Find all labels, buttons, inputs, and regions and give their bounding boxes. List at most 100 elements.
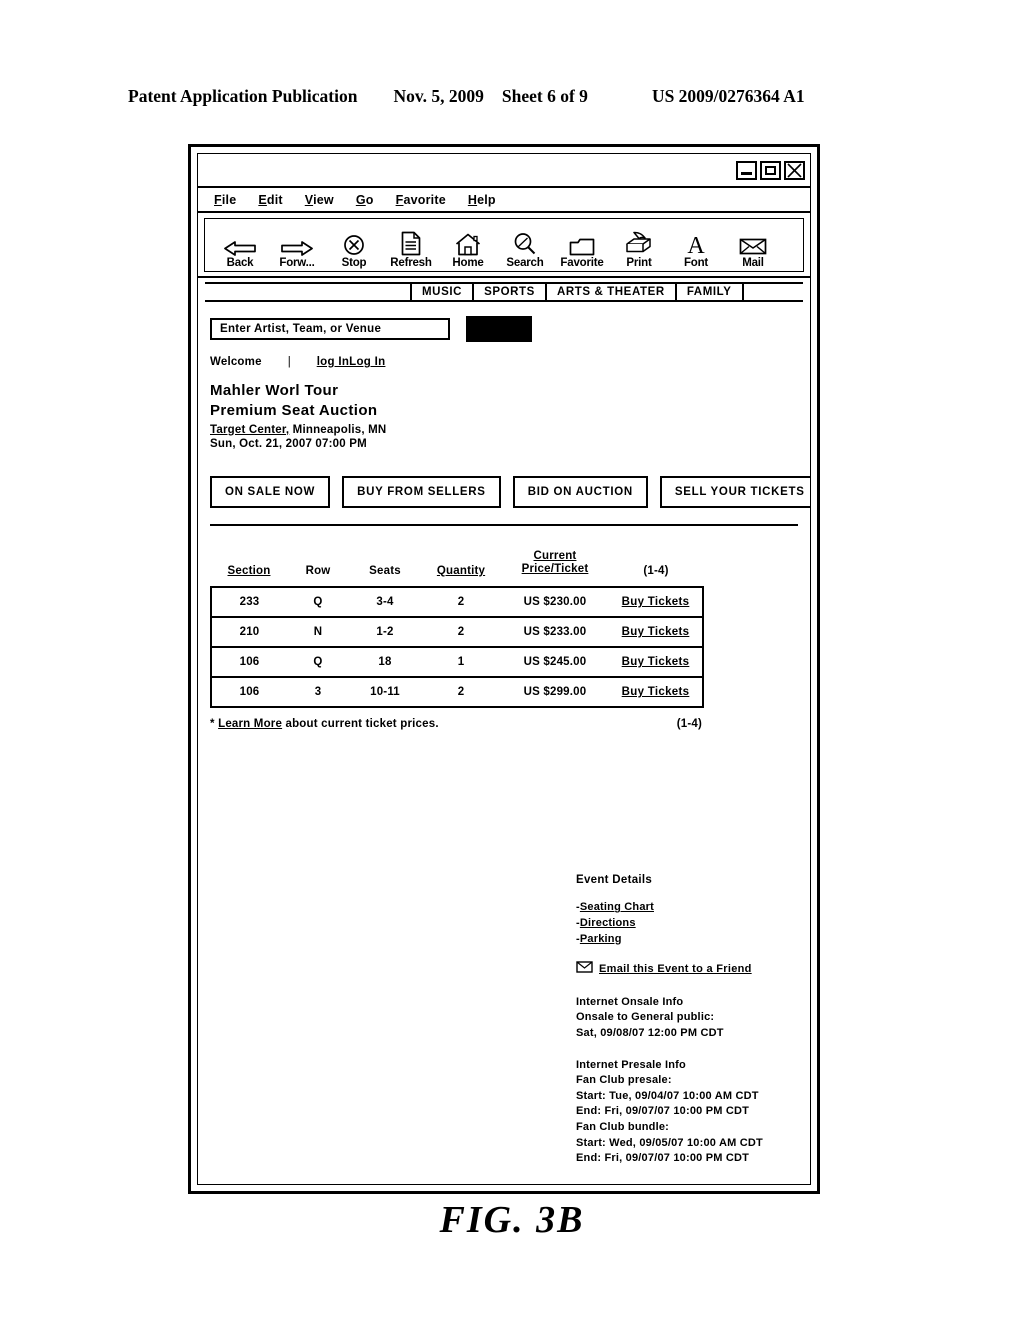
venue-link[interactable]: Target Center,: [210, 424, 289, 436]
patent-page-header: Patent Application Publication Nov. 5, 2…: [128, 86, 896, 107]
toolbar-button-favorite[interactable]: Favorite: [555, 230, 609, 269]
toolbar-button-forward[interactable]: Forw...: [270, 230, 324, 269]
table-row: 106 3 10-11 2 US $299.00 Buy Tickets: [210, 676, 704, 707]
menu-item-favorite[interactable]: Favorite: [396, 193, 446, 207]
toolbar-button-search[interactable]: Search: [498, 230, 552, 269]
svg-text:A: A: [687, 233, 705, 256]
home-icon: [455, 230, 481, 256]
toolbar-button-stop[interactable]: Stop: [327, 230, 381, 269]
toolbar-button-mail[interactable]: Mail: [726, 230, 780, 269]
event-title: Mahler Worl Tour Premium Seat Auction: [210, 381, 798, 421]
search-go-button[interactable]: [466, 316, 532, 342]
toolbar-button-back[interactable]: Back: [213, 230, 267, 269]
footnote-rest: about current ticket prices.: [282, 717, 439, 730]
cell-section: 106: [210, 646, 287, 677]
event-datetime: Sun, Oct. 21, 2007 07:00 PM: [210, 437, 367, 450]
forward-arrow-icon: [280, 230, 314, 256]
patent-publication-number: US 2009/0276364 A1: [651, 86, 805, 106]
table-row: 210 N 1-2 2 US $233.00 Buy Tickets: [210, 616, 704, 647]
toolbar-button-print[interactable]: Print: [612, 230, 666, 269]
bid-on-auction-button[interactable]: BID ON AUCTION: [512, 475, 648, 508]
cell-price: US $299.00: [523, 685, 587, 698]
buy-tickets-link[interactable]: Buy Tickets: [622, 686, 690, 698]
browser-toolbar: Back Forw... Stop Refresh Home Search Fa…: [204, 218, 804, 272]
toolbar-button-home[interactable]: Home: [441, 230, 495, 269]
site-nav-region: MUSIC SPORTS ARTS & THEATER FAMILY: [198, 278, 810, 302]
menu-item-go[interactable]: Go: [356, 193, 374, 207]
account-separator: |: [287, 356, 291, 368]
cell-action[interactable]: Buy Tickets: [609, 616, 704, 647]
column-header-price[interactable]: Current Price/Ticket: [501, 550, 609, 587]
seating-chart-link[interactable]: Seating Chart: [580, 901, 654, 913]
learn-more-link[interactable]: Learn More: [218, 718, 282, 730]
cell-seats: 1-2: [376, 625, 394, 638]
minimize-button[interactable]: [736, 160, 757, 180]
fan-club-presale-label: Fan Club presale:: [576, 1074, 672, 1087]
cell-row: N: [313, 625, 323, 638]
buy-tickets-link[interactable]: Buy Tickets: [622, 656, 690, 668]
menu-item-file[interactable]: File: [214, 193, 236, 207]
nav-tab-music[interactable]: MUSIC: [412, 284, 475, 300]
printer-icon: [625, 230, 653, 256]
menu-bar: File Edit View Go Favorite Help: [198, 188, 810, 213]
toolbar-button-font[interactable]: A Font: [669, 230, 723, 269]
table-row: 106 Q 18 1 US $245.00 Buy Tickets: [210, 646, 704, 677]
buy-from-sellers-button[interactable]: BUY FROM SELLERS: [342, 475, 501, 508]
close-button[interactable]: [784, 160, 805, 180]
envelope-icon: [576, 961, 593, 979]
buy-tickets-link[interactable]: Buy Tickets: [622, 626, 690, 638]
nav-tab-family[interactable]: FAMILY: [677, 284, 744, 300]
on-sale-now-button[interactable]: ON SALE NOW: [210, 475, 331, 508]
cell-quantity: 1: [457, 655, 465, 668]
patent-publication-label: Patent Application Publication: [128, 86, 358, 106]
search-input[interactable]: Enter Artist, Team, or Venue: [210, 318, 450, 340]
buy-tickets-link[interactable]: Buy Tickets: [622, 596, 690, 608]
column-header-section[interactable]: Section: [211, 550, 287, 587]
patent-date: Nov. 5, 2009: [393, 86, 484, 106]
figure-frame: File Edit View Go Favorite Help Back For…: [188, 144, 820, 1194]
column-header-range: (1-4): [643, 564, 669, 577]
cell-row: Q: [313, 655, 323, 668]
toolbar-button-refresh[interactable]: Refresh: [384, 230, 438, 269]
footnote-range: (1-4): [676, 717, 702, 730]
cell-row: 3: [314, 685, 322, 698]
welcome-label: Welcome: [210, 356, 262, 368]
detail-link-parking-row: -Parking: [576, 932, 806, 948]
event-details-links: -Seating Chart -Directions -Parking: [576, 900, 806, 947]
cell-action[interactable]: Buy Tickets: [609, 586, 704, 617]
column-header-row: Row: [305, 564, 331, 577]
menu-item-help[interactable]: Help: [468, 193, 496, 207]
maximize-button[interactable]: [760, 160, 781, 180]
cell-action[interactable]: Buy Tickets: [609, 646, 704, 677]
cell-action[interactable]: Buy Tickets: [609, 676, 704, 707]
footnote-asterisk: *: [210, 717, 215, 730]
toolbar-region: Back Forw... Stop Refresh Home Search Fa…: [198, 213, 810, 278]
cell-row: Q: [313, 595, 323, 608]
email-friend-link[interactable]: Email this Event to a Friend: [599, 962, 752, 978]
email-friend-row[interactable]: Email this Event to a Friend: [576, 961, 806, 979]
account-row: Welcome | log InLog In: [210, 356, 798, 368]
nav-tab-arts-theater[interactable]: ARTS & THEATER: [547, 284, 677, 300]
cell-seats: 10-11: [370, 685, 400, 698]
parking-link[interactable]: Parking: [580, 933, 622, 945]
nav-tab-sports[interactable]: SPORTS: [474, 284, 547, 300]
column-header-quantity[interactable]: Quantity: [421, 550, 501, 587]
refresh-document-icon: [401, 230, 421, 256]
directions-link[interactable]: Directions: [580, 917, 636, 929]
fan-club-bundle-label: Fan Club bundle:: [576, 1121, 670, 1134]
cell-price: US $230.00: [523, 595, 587, 608]
menu-item-edit[interactable]: Edit: [258, 193, 282, 207]
detail-link-directions-row: -Directions: [576, 916, 806, 932]
table-row: 233 Q 3-4 2 US $230.00 Buy Tickets: [210, 586, 704, 617]
font-icon: A: [685, 230, 707, 256]
footnote-text: * Learn More about current ticket prices…: [210, 718, 439, 730]
menu-item-view[interactable]: View: [305, 193, 334, 207]
venue-city-state: Minneapolis, MN: [289, 423, 387, 436]
cell-section: 233: [210, 586, 287, 617]
page-content: Enter Artist, Team, or Venue Welcome | l…: [198, 302, 810, 1184]
presale-heading: Internet Presale Info: [576, 1058, 686, 1071]
fan-club-bundle-end: End: Fri, 09/07/07 10:00 PM CDT: [576, 1152, 750, 1165]
site-nav-tabs: MUSIC SPORTS ARTS & THEATER FAMILY: [205, 282, 803, 302]
login-link[interactable]: log InLog In: [317, 356, 386, 368]
sell-your-tickets-button[interactable]: SELL YOUR TICKETS: [659, 475, 810, 508]
